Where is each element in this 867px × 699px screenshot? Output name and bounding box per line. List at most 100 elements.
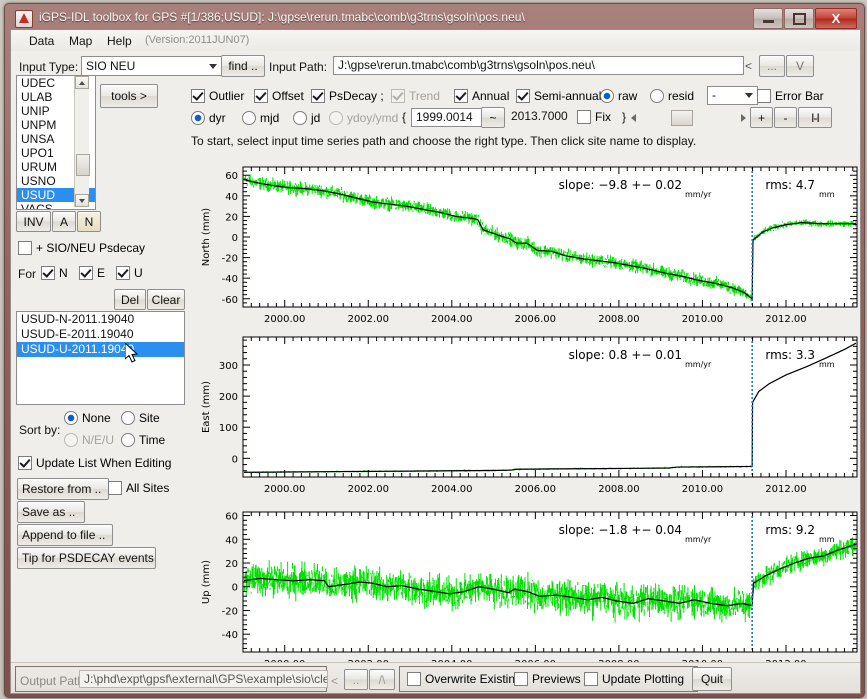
svg-text:rms: 3.3: rms: 3.3 [765,348,815,362]
checkbox-annual[interactable]: Annual [454,89,509,103]
range-end-field[interactable]: 2013.7000 [507,108,576,125]
menu-item-data[interactable]: Data [23,33,60,49]
del-button[interactable]: Del [114,289,146,310]
site-list-scrollbar[interactable] [74,76,89,207]
checkbox-component-u[interactable]: U [116,266,143,280]
checkbox-offset[interactable]: Offset [254,89,304,103]
zoom-in-button[interactable]: + [750,107,773,128]
scroll-thumb[interactable] [671,110,693,126]
output-browse-button[interactable]: .. [344,669,368,690]
checkbox-update-plotting[interactable]: Update Plotting [584,672,684,686]
checkbox-psdecay[interactable]: PsDecay ; [311,89,384,103]
path-history-button[interactable]: V [786,55,814,77]
input-path-field[interactable]: J:\gpse\rerun.tmabc\comb\g3trns\gsoln\po… [333,56,744,75]
checkbox-trend: Trend [391,89,440,103]
checkbox-trend-label: Trend [409,89,440,103]
zoom-out-button[interactable]: - [774,107,797,128]
scroll-up-icon[interactable] [79,81,85,85]
quit-button[interactable]: Quit [692,667,732,691]
window-frame: iGPS-IDL toolbox for GPS #[1/386;USUD]: … [4,3,865,698]
time-series-plots[interactable]: -60-40-2002040602000.002002.002004.00200… [187,159,860,673]
range-swap-button[interactable]: ~ [481,107,505,128]
output-prev-button[interactable]: < [331,674,338,688]
event-list-item[interactable]: USUD-E-2011.19040 [17,327,184,342]
minimize-icon [763,20,774,23]
event-list-item-selected[interactable]: USUD-U-2011.19040 [17,342,184,357]
scroll-left-icon[interactable] [631,114,636,122]
checkbox-component-e[interactable]: E [79,266,105,280]
time-scrollbar[interactable] [631,109,746,125]
path-prev-button[interactable]: < [745,59,752,73]
radio-dyr[interactable]: dyr [191,111,226,125]
minimize-button[interactable] [753,8,783,29]
restore-from-button[interactable]: Restore from .. [17,478,109,500]
svg-text:60: 60 [225,171,238,182]
checkbox-all-sites[interactable]: All Sites [108,481,169,495]
title-bar[interactable]: iGPS-IDL toolbox for GPS #[1/386;USUD]: … [5,4,864,32]
append-to-file-button[interactable]: Append to file .. [17,524,113,546]
menu-item-help[interactable]: Help [101,33,138,49]
checkbox-error-bar[interactable]: Error Bar [757,89,824,103]
check-icon [454,89,468,103]
tools-button[interactable]: tools > [100,84,158,108]
range-start-field[interactable]: 1999.0014 [411,108,482,127]
output-up-button[interactable]: /\ [369,669,395,690]
scroll-thumb[interactable] [76,154,90,176]
radio-sort-site[interactable]: Site [121,411,160,425]
radio-sort-time[interactable]: Time [121,433,165,447]
checkbox-semi-annual-label: Semi-annual [534,89,601,103]
application-window: iGPS-IDL toolbox for GPS #[1/386;USUD]: … [0,0,867,699]
a-button[interactable]: A [52,211,76,232]
scroll-right-icon[interactable] [741,114,746,122]
find-button[interactable]: find .. [221,55,265,77]
checkbox-outlier[interactable]: Outlier [191,89,244,103]
checkbox-psdecay-label: PsDecay ; [329,89,384,103]
radio-icon [329,111,343,125]
radio-resid[interactable]: resid [650,89,694,103]
svg-text:mm/yr: mm/yr [685,535,712,544]
maximize-button[interactable] [784,8,814,29]
close-button[interactable]: X [815,8,857,29]
scroll-down-icon[interactable] [79,199,85,203]
save-as-button[interactable]: Save as .. [17,501,85,523]
check-icon [41,266,55,280]
n-button[interactable]: N [77,211,101,232]
checkbox-update-list[interactable]: Update List When Editing [18,456,171,470]
event-list[interactable]: USUD-N-2011.19040 USUD-E-2011.19040 USUD… [16,311,185,405]
tip-psdecay-button[interactable]: Tip for PSDECAY events [17,547,156,569]
event-list-item[interactable]: USUD-N-2011.19040 [17,312,184,327]
inv-button[interactable]: INV [16,211,51,232]
svg-text:slope: 0.8 +− 0.01: slope: 0.8 +− 0.01 [569,348,682,362]
input-path-label: Input Path: [269,60,327,74]
checkbox-offset-label: Offset [272,89,304,103]
output-path-field[interactable]: J:\phd\expt\gpsf\external\GPS\example\si… [79,670,328,688]
radio-mjd[interactable]: mjd [242,111,279,125]
checkbox-overwrite-existing[interactable]: Overwrite Existing [407,672,522,686]
check-icon [18,241,32,255]
radio-jd[interactable]: jd [293,111,320,125]
checkbox-fix[interactable]: Fix [577,110,611,124]
radio-sort-none-label: None [82,411,111,425]
menu-item-map[interactable]: Map [63,33,98,49]
clear-button[interactable]: Clear [147,289,185,310]
menu-bar: Data Map Help (Version:2011JUN07) [11,30,860,52]
checkbox-semi-annual[interactable]: Semi-annual [516,89,601,103]
checkbox-component-n[interactable]: N [41,266,68,280]
component-select[interactable]: - [707,86,758,105]
checkbox-previews[interactable]: Previews [514,672,581,686]
input-type-select[interactable]: SIO NEU [81,56,222,76]
radio-icon [293,111,307,125]
radio-sort-none[interactable]: None [64,411,111,425]
radio-icon [242,111,256,125]
svg-text:20: 20 [225,212,238,223]
zoom-fit-button[interactable]: I-I [798,107,832,128]
range-close-brace: } [622,110,626,124]
svg-text:2012.00: 2012.00 [765,484,806,495]
svg-text:60: 60 [225,512,238,523]
radio-sort-neu-label: N/E/U [82,433,114,447]
path-browse-button[interactable]: ... [759,55,785,77]
check-icon [514,672,528,686]
radio-raw[interactable]: raw [600,89,637,103]
checkbox-sio-neu-psdecay[interactable]: + SIO/NEU Psdecay [18,241,145,255]
input-type-label: Input Type: [19,60,78,74]
